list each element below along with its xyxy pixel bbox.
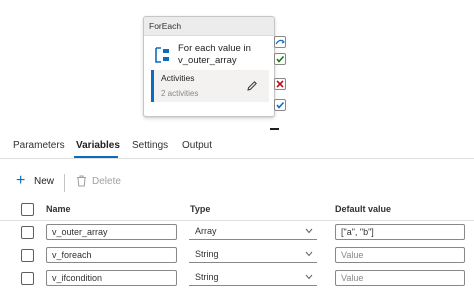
variable-type-select[interactable]: String <box>189 270 317 286</box>
column-header-default: Default value <box>335 204 392 214</box>
tab-output[interactable]: Output <box>182 140 212 151</box>
table-row: v_ifcondition String Value <box>0 270 474 292</box>
default-value-input[interactable]: Value <box>335 270 465 286</box>
inner-activities-box[interactable]: Activities 2 activities <box>151 70 269 102</box>
default-value-input[interactable]: ["a", "b"] <box>335 224 465 240</box>
variables-toolbar: + New Delete <box>0 170 474 196</box>
row-checkbox[interactable] <box>21 249 34 262</box>
table-header-row: Name Type Default value <box>0 199 474 221</box>
toolbar-divider <box>64 174 65 192</box>
properties-tabs: Parameters Variables Settings Output <box>0 130 474 159</box>
column-header-name: Name <box>46 204 71 214</box>
column-header-type: Type <box>190 204 211 214</box>
variable-name-input[interactable]: v_foreach <box>46 247 177 263</box>
chevron-down-icon <box>305 228 313 234</box>
row-checkbox[interactable] <box>21 272 34 285</box>
activity-type-label: ForEach <box>144 17 274 36</box>
active-tab-indicator <box>74 156 118 158</box>
variable-name-input[interactable]: v_outer_array <box>46 224 177 240</box>
tab-parameters[interactable]: Parameters <box>13 140 65 151</box>
chevron-down-icon <box>305 274 313 280</box>
variable-type-select[interactable]: String <box>189 247 317 263</box>
failure-icon[interactable] <box>274 78 286 90</box>
row-checkbox[interactable] <box>21 226 34 239</box>
activity-title: For each value in v_outer_array <box>178 43 251 66</box>
foreach-activity-card[interactable]: ForEach For each value in v_outer_array … <box>143 16 275 117</box>
variable-type-value: String <box>195 249 219 259</box>
plus-icon: + <box>16 172 26 189</box>
tab-variables[interactable]: Variables <box>76 140 120 151</box>
table-row: v_outer_array Array ["a", "b"] <box>0 224 474 246</box>
skip-icon[interactable] <box>274 36 286 48</box>
foreach-icon <box>155 47 169 63</box>
trash-icon <box>77 175 86 187</box>
variable-type-value: Array <box>195 226 217 236</box>
default-value-input[interactable]: Value <box>335 247 465 263</box>
pipeline-canvas[interactable]: ForEach For each value in v_outer_array … <box>0 0 474 130</box>
table-row: v_foreach String Value <box>0 247 474 269</box>
variable-name-input[interactable]: v_ifcondition <box>46 270 177 286</box>
chevron-down-icon <box>305 251 313 257</box>
completion-icon[interactable] <box>274 99 286 111</box>
delete-button-label: Delete <box>92 176 121 187</box>
select-all-checkbox[interactable] <box>21 203 34 216</box>
pencil-icon[interactable] <box>246 80 258 92</box>
variable-type-value: String <box>195 272 219 282</box>
new-button-label: New <box>34 176 55 187</box>
success-icon[interactable] <box>274 53 286 65</box>
variable-type-select[interactable]: Array <box>189 224 317 240</box>
tab-settings[interactable]: Settings <box>132 140 168 151</box>
